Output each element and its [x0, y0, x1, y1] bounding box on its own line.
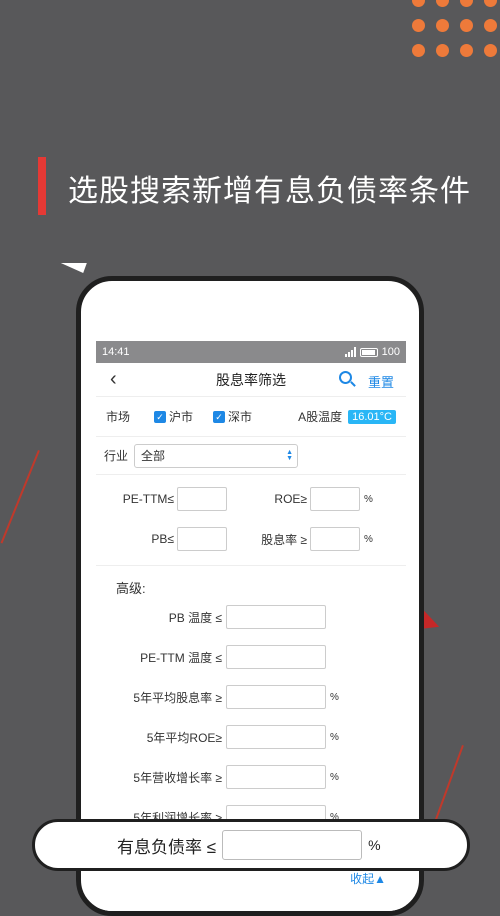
pe-ttm-label: PE-TTM≤	[122, 492, 174, 506]
industry-row: 行业 全部 ▲ ▼	[96, 437, 406, 475]
market-label: 市场	[106, 410, 131, 424]
advanced-label: PE-TTM 温度 ≤	[140, 650, 222, 665]
dividend-yield-input[interactable]	[310, 527, 360, 551]
search-icon[interactable]	[339, 371, 352, 384]
checkbox-sz[interactable]: ✓	[213, 410, 226, 423]
pe-ttm-temperature-input[interactable]	[226, 645, 326, 669]
advanced-row: 5年平均ROE≥ %	[96, 717, 406, 757]
headline-accent-bar	[38, 157, 46, 215]
advanced-filters: PB 温度 ≤ PE-TTM 温度 ≤ 5年平均股息率 ≥ % 5年平均ROE≥…	[96, 597, 406, 837]
battery-icon	[359, 347, 378, 357]
advanced-label: 5年营收增长率 ≥	[133, 770, 222, 785]
industry-select[interactable]: 全部 ▲ ▼	[134, 443, 299, 468]
pb-temperature-input[interactable]	[226, 605, 326, 629]
avg-dividend-yield-5y-input[interactable]	[226, 685, 326, 709]
market-row: 市场 ✓ 沪市 ✓ 深市 A股温度 16.01°C	[96, 397, 406, 437]
decorative-dots	[410, 0, 500, 70]
back-icon[interactable]: ‹	[110, 368, 117, 391]
reset-button[interactable]: 重置	[368, 372, 394, 391]
page-title: 股息率筛选	[216, 371, 286, 388]
status-bar: 14:41 100	[96, 341, 406, 363]
roe-percent: %	[364, 493, 373, 505]
dividend-yield-percent: %	[364, 533, 373, 545]
revenue-growth-5y-input[interactable]	[226, 765, 326, 789]
interest-bearing-debt-ratio-input[interactable]	[222, 830, 363, 860]
industry-label: 行业	[104, 449, 129, 463]
advanced-label: 5年平均ROE≥	[146, 730, 222, 745]
dividend-yield-label: 股息率 ≥	[261, 532, 307, 547]
decorative-line	[434, 745, 464, 821]
interest-bearing-debt-ratio-label: 有息负债率 ≤	[117, 837, 217, 857]
percent-unit: %	[330, 691, 339, 703]
advanced-label: PB 温度 ≤	[168, 610, 222, 625]
collapse-link[interactable]: 收起▲	[350, 870, 386, 887]
avg-roe-5y-input[interactable]	[226, 725, 326, 749]
percent-unit: %	[330, 731, 339, 743]
highlight-callout: 有息负债率 ≤ %	[32, 819, 470, 871]
headline: 选股搜索新增有息负债率条件	[68, 175, 471, 208]
market-sz-label: 深市	[228, 410, 253, 424]
roe-label: ROE≥	[274, 492, 307, 506]
pb-label: PB≤	[151, 532, 174, 546]
decorative-line	[0, 450, 40, 544]
advanced-row: PB 温度 ≤	[96, 597, 406, 637]
status-time: 14:41	[102, 346, 130, 358]
pe-ttm-input[interactable]	[177, 487, 227, 511]
decorative-triangle	[57, 263, 87, 273]
checkbox-sh[interactable]: ✓	[154, 410, 167, 423]
pb-input[interactable]	[177, 527, 227, 551]
advanced-row: 5年平均股息率 ≥ %	[96, 677, 406, 717]
market-sh-label: 沪市	[169, 410, 194, 424]
advanced-row: PE-TTM 温度 ≤	[96, 637, 406, 677]
percent-unit: %	[368, 837, 381, 853]
a-share-temperature-badge: 16.01°C	[348, 409, 396, 424]
battery-level: 100	[381, 346, 400, 358]
roe-input[interactable]	[310, 487, 360, 511]
nav-bar: ‹ 股息率筛选 重置	[96, 363, 406, 397]
signal-icon	[344, 347, 356, 357]
industry-select-value: 全部	[141, 449, 166, 463]
advanced-title: 高级:	[116, 581, 146, 596]
advanced-row: 5年营收增长率 ≥ %	[96, 757, 406, 797]
select-arrows-icon: ▲ ▼	[286, 448, 294, 462]
a-share-temperature-label: A股温度	[298, 410, 343, 424]
percent-unit: %	[330, 771, 339, 783]
advanced-label: 5年平均股息率 ≥	[133, 690, 222, 705]
basic-filters: PE-TTM≤ ROE≥ % PB≤ 股息率 ≥ %	[96, 475, 406, 566]
